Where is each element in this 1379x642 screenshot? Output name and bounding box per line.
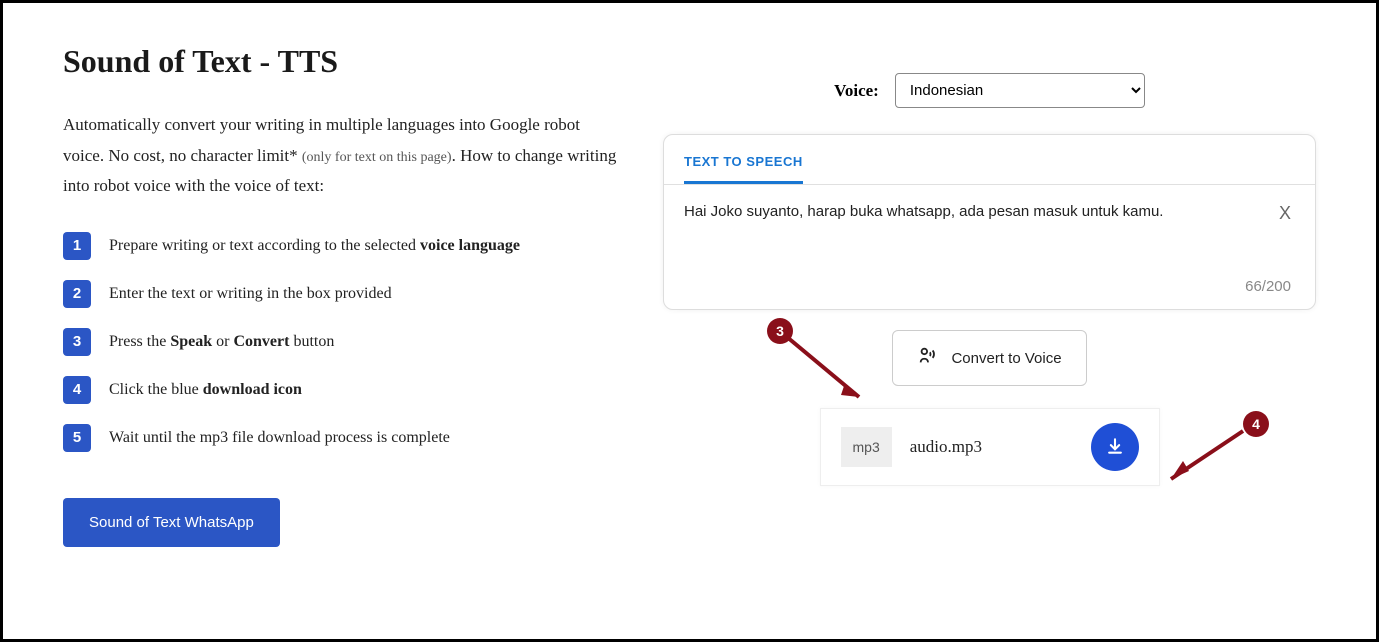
step-3-a: Press the	[109, 333, 170, 350]
step-4: 4 Click the blue download icon	[63, 376, 623, 404]
step-3-c: or	[212, 333, 233, 350]
download-icon	[1105, 436, 1125, 459]
step-num-4: 4	[63, 376, 91, 404]
step-3-d: Convert	[233, 333, 289, 350]
filename: audio.mp3	[910, 437, 1073, 457]
step-1: 1 Prepare writing or text according to t…	[63, 232, 623, 260]
step-num-2: 2	[63, 280, 91, 308]
step-3-e: button	[289, 333, 334, 350]
step-num-3: 3	[63, 328, 91, 356]
step-4-a: Click the blue	[109, 381, 203, 398]
text-input[interactable]	[684, 203, 1295, 273]
annotation-arrow-4	[1153, 423, 1253, 493]
tts-card: TEXT TO SPEECH X 66/200	[663, 134, 1316, 310]
step-4-b: download icon	[203, 381, 302, 398]
step-num-1: 1	[63, 232, 91, 260]
step-2-text: Enter the text or writing in the box pro…	[109, 285, 392, 303]
lead-text: Automatically convert your writing in mu…	[63, 110, 623, 202]
annotation-arrow-3	[779, 329, 879, 419]
tab-text-to-speech[interactable]: TEXT TO SPEECH	[684, 154, 803, 184]
step-1-text: Prepare writing or text according to the…	[109, 237, 420, 254]
result-row: mp3 audio.mp3	[820, 408, 1160, 486]
mp3-badge: mp3	[841, 427, 892, 467]
speak-icon	[917, 345, 939, 371]
step-5: 5 Wait until the mp3 file download proce…	[63, 424, 623, 452]
convert-to-voice-button[interactable]: Convert to Voice	[892, 330, 1086, 386]
voice-select[interactable]: Indonesian	[895, 73, 1145, 108]
step-5-text: Wait until the mp3 file download process…	[109, 429, 450, 447]
lead-small: (only for text on this page)	[302, 150, 452, 165]
step-3-b: Speak	[170, 333, 212, 350]
clear-button[interactable]: X	[1279, 203, 1291, 224]
convert-label: Convert to Voice	[951, 350, 1061, 367]
char-counter: 66/200	[684, 278, 1295, 295]
step-3: 3 Press the Speak or Convert button	[63, 328, 623, 356]
step-num-5: 5	[63, 424, 91, 452]
sound-of-text-whatsapp-button[interactable]: Sound of Text WhatsApp	[63, 498, 280, 547]
step-1-bold: voice language	[420, 237, 520, 254]
step-2: 2 Enter the text or writing in the box p…	[63, 280, 623, 308]
page-title: Sound of Text - TTS	[63, 43, 623, 80]
download-button[interactable]	[1091, 423, 1139, 471]
voice-label: Voice:	[834, 81, 879, 101]
